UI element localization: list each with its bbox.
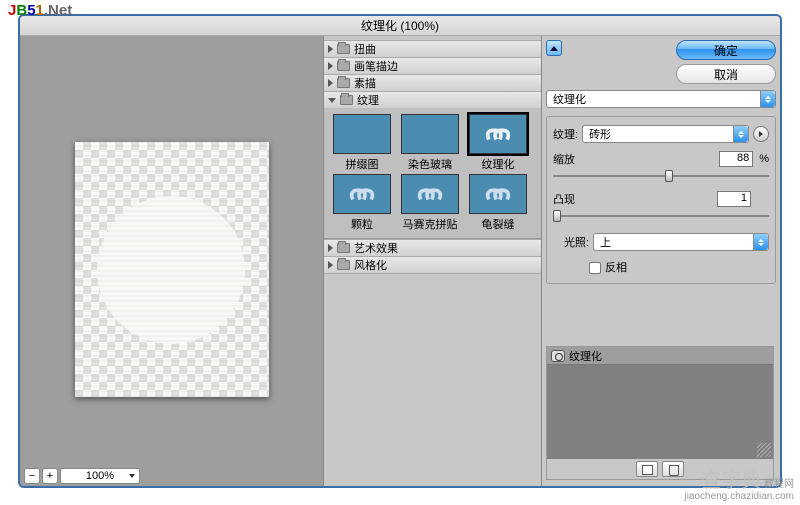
folder-icon (337, 61, 350, 71)
effect-layer-label: 纹理化 (569, 348, 602, 364)
category-brush-strokes[interactable]: 画笔描边 (324, 57, 541, 75)
filter-category-pane: 扭曲 画笔描边 素描 纹理 拼缀图 染色玻璃 纹理化 颗粒 马赛克拼贴 龟裂缝 … (324, 36, 542, 488)
relief-input[interactable]: 1 (717, 191, 751, 207)
invert-checkbox[interactable] (589, 262, 601, 274)
thumb-texturizer[interactable]: 纹理化 (464, 114, 532, 172)
new-effect-layer-button[interactable] (636, 461, 658, 477)
texture-thumbnails: 拼缀图 染色玻璃 纹理化 颗粒 马赛克拼贴 龟裂缝 (324, 108, 541, 239)
filter-gallery-window: 纹理化 (100%) − + 100% 扭曲 画笔描边 素描 纹理 拼缀图 染色… (18, 14, 782, 488)
texture-menu-button[interactable] (753, 126, 769, 142)
filter-options-panel: 纹理: 砖形 缩放 88 % 凸现 1 (546, 116, 776, 284)
watermark-bottom-right: 查字典 教程网 jiaocheng.chazidian.com (684, 475, 794, 503)
zoom-value: 100% (86, 470, 114, 482)
category-distort[interactable]: 扭曲 (324, 40, 541, 58)
resize-grip-icon[interactable] (757, 443, 771, 457)
texture-select[interactable]: 砖形 (582, 125, 749, 143)
category-texture[interactable]: 纹理 (324, 91, 541, 109)
watermark-top: JB51.Net (8, 2, 72, 19)
thumb-grain[interactable]: 颗粒 (328, 174, 396, 232)
delete-effect-layer-button[interactable] (662, 461, 684, 477)
invert-label: 反相 (605, 262, 627, 274)
effect-layers-panel: 纹理化 (546, 346, 774, 480)
texture-label: 纹理: (553, 126, 578, 142)
zoom-select[interactable]: 100% (60, 468, 140, 484)
preview-canvas[interactable] (75, 142, 269, 397)
window-title: 纹理化 (100%) (20, 16, 780, 36)
folder-icon (337, 78, 350, 88)
cancel-button[interactable]: 取消 (676, 64, 776, 84)
scale-input[interactable]: 88 (719, 151, 753, 167)
scale-unit: % (759, 153, 769, 165)
visibility-icon[interactable] (551, 350, 565, 362)
zoom-out-button[interactable]: − (24, 468, 40, 484)
preview-pane: − + 100% (20, 36, 324, 488)
thumb-mosaic-tiles[interactable]: 马赛克拼贴 (396, 174, 464, 232)
relief-label: 凸现 (553, 191, 711, 207)
folder-icon (340, 95, 353, 105)
category-artistic[interactable]: 艺术效果 (324, 239, 541, 257)
relief-slider[interactable] (553, 209, 769, 223)
filter-select[interactable]: 纹理化 (546, 90, 776, 108)
thumb-stained-glass[interactable]: 染色玻璃 (396, 114, 464, 172)
thumb-patchwork[interactable]: 拼缀图 (328, 114, 396, 172)
category-sketch[interactable]: 素描 (324, 74, 541, 92)
light-label: 光照: (553, 234, 589, 250)
collapse-toggle[interactable] (546, 40, 562, 56)
thumb-craquelure[interactable]: 龟裂缝 (464, 174, 532, 232)
scale-slider[interactable] (553, 169, 769, 183)
folder-icon (337, 44, 350, 54)
light-select[interactable]: 上 (593, 233, 769, 251)
effect-layer-row[interactable]: 纹理化 (547, 347, 773, 365)
ok-button[interactable]: 确定 (676, 40, 776, 60)
folder-icon (337, 243, 350, 253)
scale-label: 缩放 (553, 151, 713, 167)
zoom-in-button[interactable]: + (42, 468, 58, 484)
folder-icon (337, 260, 350, 270)
category-stylize[interactable]: 风格化 (324, 256, 541, 274)
